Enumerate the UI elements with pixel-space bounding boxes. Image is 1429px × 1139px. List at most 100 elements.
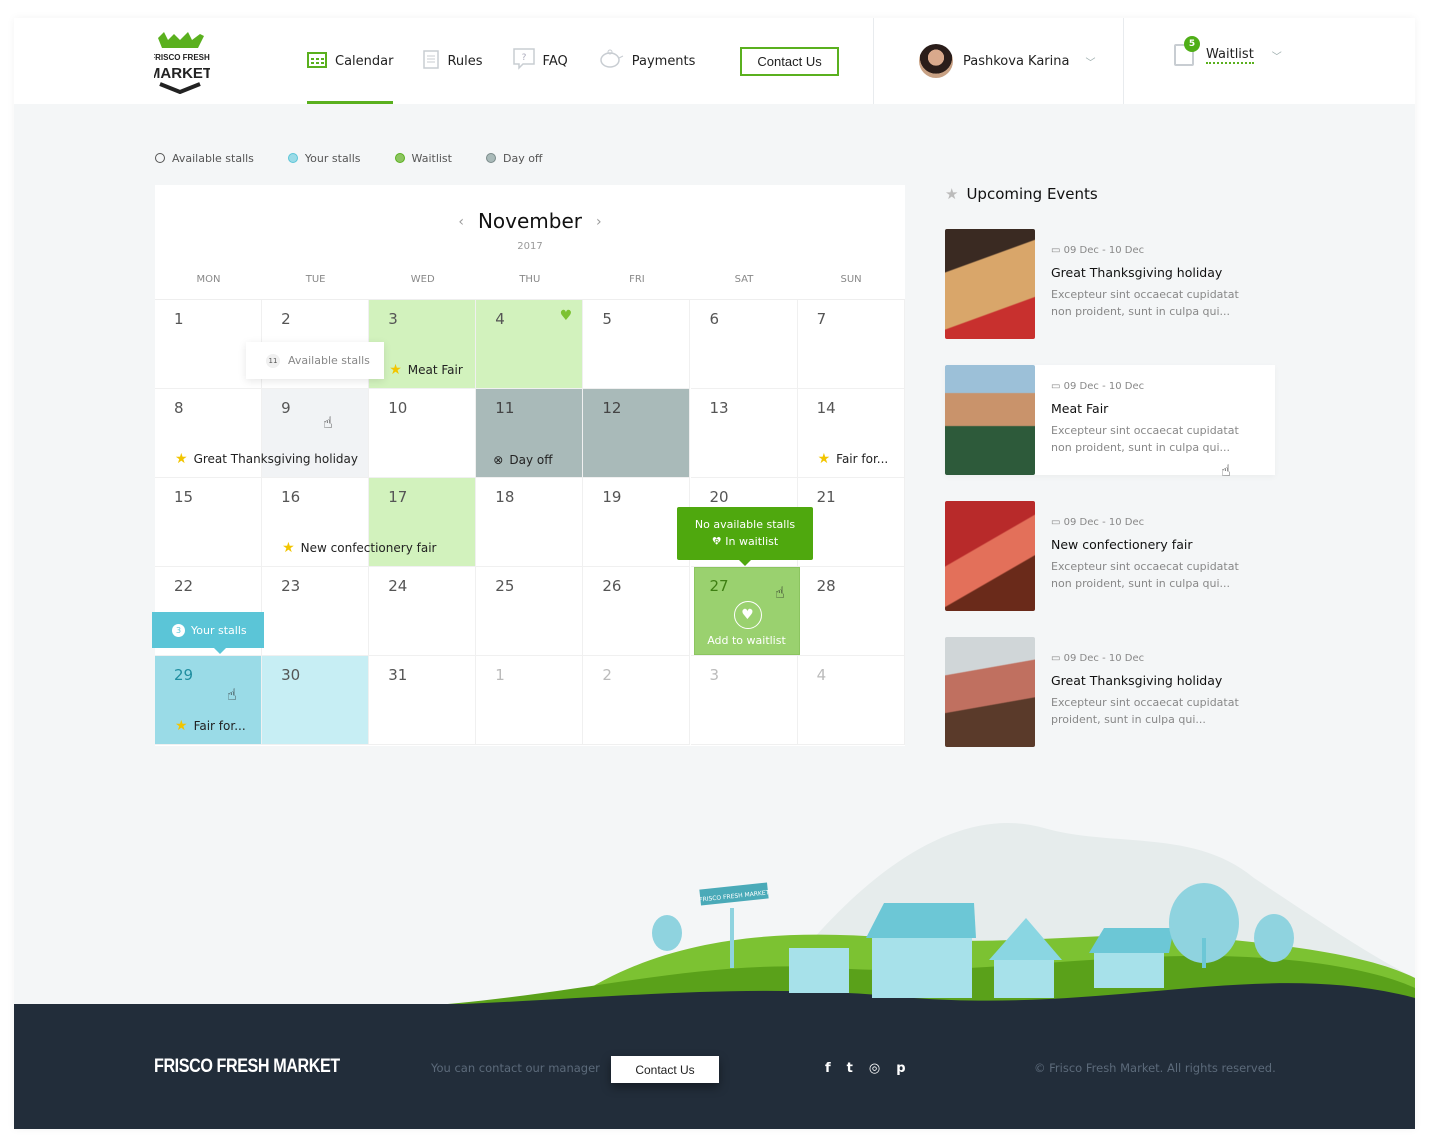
legend-label: Day off xyxy=(502,152,543,165)
facebook-icon[interactable]: f xyxy=(825,1061,831,1076)
calendar-event[interactable]: ★ Fair for... xyxy=(818,451,889,467)
day-number: 9 xyxy=(281,399,291,417)
contact-us-button[interactable]: Contact Us xyxy=(740,46,839,76)
upcoming-events: ★ Upcoming Events ▭ 09 Dec - 10 Dec Great … xyxy=(945,185,1275,773)
day-number: 1 xyxy=(174,310,184,328)
event-date: ▭ 09 Dec - 10 Dec xyxy=(1051,653,1261,664)
day-number: 18 xyxy=(495,488,515,506)
calendar-day[interactable]: 23 xyxy=(262,567,370,656)
event-date-text: 09 Dec - 10 Dec xyxy=(1063,245,1145,256)
day-number: 19 xyxy=(602,488,622,506)
calendar-icon: ▭ xyxy=(1051,381,1064,392)
weekday-label: SUN xyxy=(840,274,862,285)
nav-faq[interactable]: ? FAQ xyxy=(512,18,568,104)
calendar-day[interactable]: 30 xyxy=(262,656,370,745)
calendar-day[interactable]: 10 xyxy=(369,389,477,478)
count-badge: 11 xyxy=(266,353,280,368)
calendar-day[interactable]: 5 xyxy=(583,300,691,389)
calendar-icon xyxy=(307,50,327,72)
instagram-icon[interactable]: ◎ xyxy=(869,1061,880,1076)
calendar-day[interactable]: 28 xyxy=(797,567,905,656)
user-name: Pashkova Karina xyxy=(963,53,1070,69)
waitlist-menu[interactable]: 5 Waitlist ﹀ xyxy=(1174,36,1282,66)
selected-day[interactable]: 27 ♥ Add to waitlist xyxy=(693,567,800,655)
day-number: 10 xyxy=(388,399,408,417)
calendar-event[interactable]: ★ Fair for... xyxy=(175,718,246,734)
calendar-day[interactable]: 11 ⊗ Day off xyxy=(476,389,584,478)
logo[interactable]: FRISCO FRESH MARKET xyxy=(148,30,212,98)
add-to-waitlist-button[interactable]: Add to waitlist xyxy=(695,634,799,647)
pinterest-icon[interactable]: p xyxy=(896,1061,905,1076)
calendar-day[interactable]: 12 xyxy=(583,389,691,478)
app-frame: FRISCO FRESH MARKET Calendar Rules ? FAQ… xyxy=(14,18,1415,1129)
weekday-label: THU xyxy=(519,274,541,285)
calendar-day[interactable]: 3 xyxy=(690,656,798,745)
calendar-event[interactable]: ★ Meat Fair xyxy=(389,362,463,378)
calendar-day[interactable]: 1 xyxy=(476,656,584,745)
legend-item-dayoff: Day off xyxy=(485,152,543,165)
calendar-day[interactable]: 2 xyxy=(583,656,691,745)
day-number: 28 xyxy=(816,577,836,595)
day-number: 4 xyxy=(816,666,827,684)
waitlist-count-badge: 5 xyxy=(1184,36,1200,52)
event-card[interactable]: ▭ 09 Dec - 10 Dec Great Thanksgiving holi… xyxy=(945,637,1275,747)
calendar-event[interactable]: ★ New confectionery fair xyxy=(282,540,436,556)
calendar-day[interactable]: 4 xyxy=(797,656,905,745)
event-card[interactable]: ▭ 09 Dec - 10 Dec New confectionery fair E… xyxy=(945,501,1275,611)
twitter-icon[interactable]: t xyxy=(847,1061,853,1076)
weekday-label: TUE xyxy=(305,274,326,285)
calendar-day[interactable]: 4 ♥ xyxy=(476,300,584,389)
star-icon: ★ xyxy=(817,451,831,467)
day-number: 11 xyxy=(495,399,515,417)
event-card[interactable]: ▭ 09 Dec - 10 Dec Meat Fair Excepteur sint… xyxy=(945,365,1275,480)
weekday-label: MON xyxy=(196,274,221,285)
chevron-down-icon: ﹀ xyxy=(1085,57,1096,69)
calendar-day[interactable]: 24 xyxy=(369,567,477,656)
footer-contact-button[interactable]: Contact Us xyxy=(611,1056,719,1083)
calendar-day[interactable]: 6 xyxy=(690,300,798,389)
day-number: 16 xyxy=(281,488,301,506)
divider xyxy=(873,18,874,104)
user-menu[interactable]: Pashkova Karina ﹀ xyxy=(919,44,1095,78)
calendar-day[interactable]: 13 xyxy=(690,389,798,478)
day-number: 29 xyxy=(174,666,194,684)
event-desc: Excepteur sint occaecat cupidatat non pr… xyxy=(1051,560,1239,590)
heart-icon[interactable]: ♥ xyxy=(733,601,762,629)
nav-rules[interactable]: Rules xyxy=(423,18,483,104)
event-date-text: 09 Dec - 10 Dec xyxy=(1063,653,1145,664)
day-number: 6 xyxy=(709,310,720,328)
event-title: Meat Fair xyxy=(1051,401,1109,416)
star-icon: ★ xyxy=(945,185,959,203)
day-number: 13 xyxy=(709,399,729,417)
footer-contact-text: You can contact our manager xyxy=(431,1061,600,1075)
clipboard-list-icon: 5 xyxy=(1174,36,1200,66)
chevron-down-icon: ﹀ xyxy=(1271,51,1282,63)
event-card[interactable]: ▭ 09 Dec - 10 Dec Great Thanksgiving holi… xyxy=(945,229,1275,339)
legend-label: Available stalls xyxy=(172,152,254,165)
calendar-day[interactable]: 18 xyxy=(476,478,584,567)
upcoming-title: ★ Upcoming Events xyxy=(945,185,1275,203)
calendar-event[interactable]: ★ Great Thanksgiving holiday xyxy=(175,451,358,467)
calendar-day[interactable]: 15 xyxy=(155,478,262,567)
calendar-icon: ▭ xyxy=(1051,517,1064,528)
tooltip-label: In waitlist xyxy=(725,535,779,548)
avatar xyxy=(919,44,953,78)
event-text: ▭ 09 Dec - 10 Dec Meat Fair Excepteur sint… xyxy=(1035,365,1261,475)
nav-calendar[interactable]: Calendar xyxy=(307,18,394,104)
calendar-day[interactable]: 21 xyxy=(797,478,905,567)
event-desc: Excepteur sint occaecat cupidatat non pr… xyxy=(1051,424,1239,454)
calendar-day[interactable]: 31 xyxy=(369,656,477,745)
chevron-left-icon[interactable]: ‹ xyxy=(458,214,464,230)
copyright: © Frisco Fresh Market. All rights reserv… xyxy=(1034,1061,1276,1075)
calendar-day[interactable]: 25 xyxy=(476,567,584,656)
nav-payments[interactable]: Payments xyxy=(598,18,695,104)
waitlist-label: Waitlist xyxy=(1206,46,1254,64)
event-image xyxy=(945,229,1035,339)
calendar-day[interactable]: 26 xyxy=(583,567,691,656)
calendar-day[interactable]: 19 xyxy=(583,478,691,567)
event-desc: Excepteur sint occaecat cupidatat proide… xyxy=(1051,696,1239,726)
day-number: 27 xyxy=(709,577,729,595)
calendar-day[interactable]: 7 xyxy=(797,300,905,389)
chevron-right-icon[interactable]: › xyxy=(596,214,602,230)
event-image xyxy=(945,637,1035,747)
